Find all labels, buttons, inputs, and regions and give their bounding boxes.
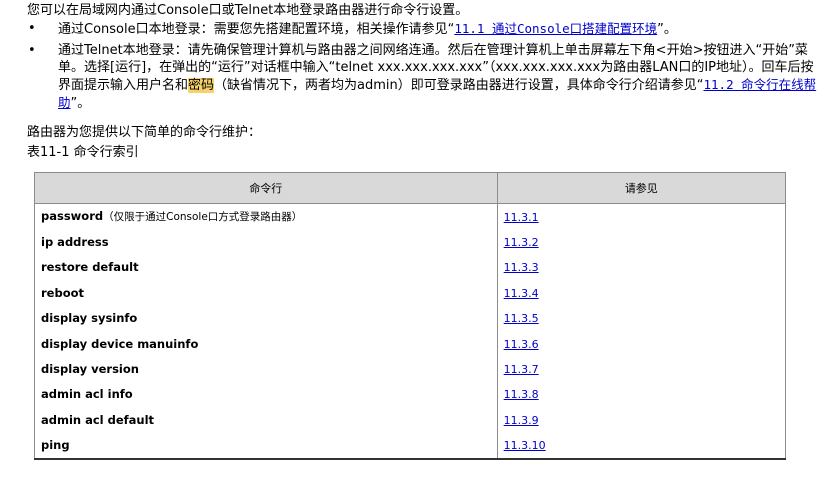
reference-link[interactable]: 11.3.10 <box>504 439 546 452</box>
reference-cell: 11.3.4 <box>496 280 787 306</box>
command-name: ip address <box>41 235 109 250</box>
reference-link[interactable]: 11.3.7 <box>504 363 539 376</box>
search-highlight: 密码 <box>188 78 215 93</box>
reference-link[interactable]: 11.3.3 <box>504 261 539 274</box>
telnet-text-end: ”。 <box>70 96 91 111</box>
command-name: reboot <box>41 285 85 300</box>
reference-link[interactable]: 11.3.8 <box>504 388 539 401</box>
command-cell: admin acl info <box>34 381 498 408</box>
maintenance-intro: 路由器为您提供以下简单的命令行维护： <box>27 125 262 140</box>
table-caption: 表11-1 命令行索引 <box>27 145 139 160</box>
reference-cell: 11.3.1 <box>496 203 787 230</box>
reference-link[interactable]: 11.3.1 <box>504 211 539 224</box>
header-reference: 请参见 <box>496 172 787 204</box>
list-item-console: • 通过Console口本地登录：需要您先搭建配置环境，相关操作请参见“11.1… <box>27 20 821 38</box>
table-row: admin acl default 11.3.9 <box>34 407 787 433</box>
command-name: ping <box>41 438 70 453</box>
command-cell: display version <box>34 356 498 382</box>
command-cell: ping <box>34 432 498 460</box>
reference-cell: 11.3.7 <box>496 356 787 382</box>
command-cell: display sysinfo <box>34 305 498 331</box>
reference-cell: 11.3.6 <box>496 330 787 357</box>
table-row: display sysinfo 11.3.5 <box>34 305 787 331</box>
table-row: ping 11.3.10 <box>34 432 787 460</box>
intro-paragraph: 您可以在局域网内通过Console口或Telnet本地登录路由器进行命令行设置。 <box>27 3 469 18</box>
bullet-icon: • <box>28 43 36 58</box>
command-note: （仅限于通过Console口方式登录路由器） <box>103 211 303 224</box>
command-name: password <box>41 209 104 224</box>
table-row: display version 11.3.7 <box>34 356 787 382</box>
reference-link[interactable]: 11.3.2 <box>504 236 539 249</box>
reference-cell: 11.3.5 <box>496 305 787 331</box>
table-row: reboot 11.3.4 <box>34 280 787 306</box>
link-console-setup[interactable]: 11.1 通过Console口搭建配置环境 <box>454 21 657 36</box>
reference-cell: 11.3.10 <box>496 432 787 460</box>
command-cell: restore default <box>34 254 498 281</box>
telnet-text-cont: （缺省情况下，两者均为admin）即可登录路由器进行设置，具体命令行介绍请参见“ <box>214 78 704 93</box>
console-text: 通过Console口本地登录：需要您先搭建配置环境，相关操作请参见“ <box>58 22 455 37</box>
reference-cell: 11.3.8 <box>496 381 787 408</box>
command-cell: display device manuinfo <box>34 330 498 357</box>
command-name: display sysinfo <box>41 311 138 326</box>
command-cell: admin acl default <box>34 407 498 433</box>
list-item-telnet: • 通过Telnet本地登录：请先确保管理计算机与路由器之间网络连通。然后在管理… <box>27 42 821 112</box>
reference-cell: 11.3.9 <box>496 407 787 433</box>
command-cell: reboot <box>34 280 498 306</box>
command-name: restore default <box>41 260 139 275</box>
reference-link[interactable]: 11.3.6 <box>504 338 539 351</box>
bullet-icon: • <box>28 21 36 36</box>
command-name: display version <box>41 362 139 377</box>
reference-cell: 11.3.3 <box>496 254 787 281</box>
console-text-end: ”。 <box>657 22 677 37</box>
table-row: admin acl info 11.3.8 <box>34 381 787 408</box>
command-name: display device manuinfo <box>41 336 199 351</box>
reference-link[interactable]: 11.3.5 <box>504 312 539 325</box>
table-header-row: 命令行 请参见 <box>34 172 787 204</box>
header-command: 命令行 <box>34 172 498 204</box>
reference-cell: 11.3.2 <box>496 229 787 255</box>
reference-link[interactable]: 11.3.9 <box>504 414 539 427</box>
reference-link[interactable]: 11.3.4 <box>504 287 539 300</box>
login-methods-list: • 通过Console口本地登录：需要您先搭建配置环境，相关操作请参见“11.1… <box>27 20 821 116</box>
table-row: ip address 11.3.2 <box>34 229 787 255</box>
command-name: admin acl info <box>41 387 133 402</box>
command-name: admin acl default <box>41 412 155 427</box>
table-row: password（仅限于通过Console口方式登录路由器） 11.3.1 <box>34 203 787 230</box>
command-index-table: 命令行 请参见 password（仅限于通过Console口方式登录路由器） 11… <box>34 172 787 460</box>
table-row: display device manuinfo 11.3.6 <box>34 330 787 357</box>
command-cell: password（仅限于通过Console口方式登录路由器） <box>34 203 498 230</box>
table-row: restore default 11.3.3 <box>34 254 787 281</box>
command-cell: ip address <box>34 229 498 255</box>
